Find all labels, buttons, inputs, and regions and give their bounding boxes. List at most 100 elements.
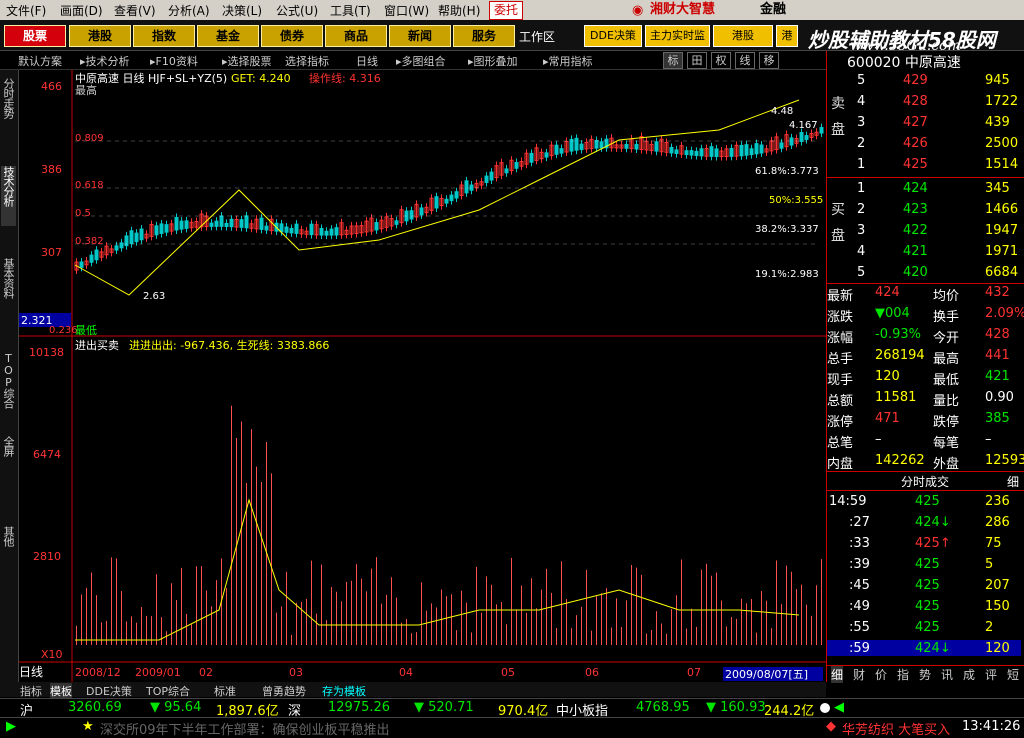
candle-body xyxy=(164,224,169,233)
menu-view[interactable]: 画面(D) xyxy=(60,2,103,19)
news-ticker[interactable]: 深交所09年下半年工作部署：确保创业板平稳推出 xyxy=(100,719,390,738)
stat-value: 428 xyxy=(985,327,1010,342)
right-button[interactable]: 权 xyxy=(711,52,731,69)
menu-file[interactable]: 文件(F) xyxy=(6,2,46,19)
candle-body xyxy=(229,218,234,228)
candle-body xyxy=(464,180,469,194)
candle-body xyxy=(504,168,509,174)
stat-label: 外盘 xyxy=(933,457,960,472)
x-label-0901: 2009/01 xyxy=(135,666,181,679)
bid-level: 2 xyxy=(857,202,866,217)
right-tab-4[interactable]: 势 xyxy=(919,666,931,683)
multi-chart-menu[interactable]: ▸多图组合 xyxy=(396,53,446,69)
tick-price: 425 xyxy=(915,599,940,614)
tick-price: 425 xyxy=(915,578,940,593)
tab-intraday[interactable]: 分时走势 xyxy=(1,78,16,138)
tick-volume: 2 xyxy=(985,620,994,635)
common-indicator-menu[interactable]: ▸常用指标 xyxy=(543,53,593,69)
menu-tools[interactable]: 工具(T) xyxy=(330,2,371,19)
tab-technical[interactable]: 技术分析 xyxy=(1,166,16,226)
tab-save-template[interactable]: 存为模板 xyxy=(322,683,366,699)
vol-label-unit: X10 xyxy=(41,648,63,661)
tab-dde[interactable]: DDE决策 xyxy=(86,683,132,699)
candle-body xyxy=(334,227,339,236)
candle-body xyxy=(779,142,784,149)
tab-indicator[interactable]: 指标 xyxy=(20,683,42,699)
ask-price: 429 xyxy=(903,73,928,88)
stat-value: 424 xyxy=(875,285,900,300)
index-button[interactable]: 指数 xyxy=(133,25,195,47)
hk-button[interactable]: 港股 xyxy=(713,25,773,47)
tab-fundamental[interactable]: 基本资料 xyxy=(1,258,16,318)
move-button[interactable]: 移 xyxy=(759,52,779,69)
workarea-label[interactable]: 工作区 xyxy=(519,28,555,45)
candle-body xyxy=(754,143,759,155)
stat-label: 涨幅 xyxy=(827,331,854,346)
commodity-button[interactable]: 商品 xyxy=(325,25,387,47)
trade-button[interactable]: 委托 xyxy=(489,1,523,20)
menu-decision[interactable]: 决策(L) xyxy=(222,2,262,19)
speaker-icon[interactable]: ◀ xyxy=(834,700,844,715)
zx-change: ▼ 160.93 xyxy=(706,700,766,715)
tick-price: 425↑ xyxy=(915,536,951,551)
main-force-button[interactable]: 主力实时监 xyxy=(645,25,710,47)
tab-top[interactable]: TOP综合 xyxy=(1,352,16,418)
menu-window[interactable]: 窗口(W) xyxy=(384,2,429,19)
tab-zengyong[interactable]: 曾勇趋势 xyxy=(262,683,306,699)
ask-price: 426 xyxy=(903,136,928,151)
default-scheme[interactable]: 默认方案 xyxy=(18,53,62,69)
right-tab-1[interactable]: 财 xyxy=(853,666,865,683)
candle-body xyxy=(714,148,719,158)
select-stock-menu[interactable]: ▸选择股票 xyxy=(222,53,272,69)
stat-value: 421 xyxy=(985,369,1010,384)
tick-price: 425 xyxy=(915,620,940,635)
tech-analysis-menu[interactable]: ▸技术分析 xyxy=(80,53,130,69)
dayline-menu[interactable]: 日线 xyxy=(356,53,378,69)
mark-button[interactable]: 标 xyxy=(663,52,683,69)
common-indicator-label: 常用指标 xyxy=(548,55,593,68)
menu-formula[interactable]: 公式(U) xyxy=(276,2,318,19)
ask-price: 425 xyxy=(903,157,928,172)
line-button[interactable]: 线 xyxy=(735,52,755,69)
tab-standard[interactable]: 标准 xyxy=(214,683,236,699)
news-button[interactable]: 新闻 xyxy=(389,25,451,47)
candle-body xyxy=(134,232,139,243)
tick-volume: 120 xyxy=(985,641,1010,656)
ticks-mode[interactable]: 细 xyxy=(1007,473,1019,490)
overlay-menu[interactable]: ▸图形叠加 xyxy=(468,53,518,69)
tab-fullscreen[interactable]: 全屏 xyxy=(1,436,16,472)
more-button[interactable]: 港 xyxy=(776,25,798,47)
service-button[interactable]: 服务 xyxy=(453,25,515,47)
hk-stock-button[interactable]: 港股 xyxy=(69,25,131,47)
low-price-label: 2.63 xyxy=(143,291,165,302)
right-tab-6[interactable]: 成 xyxy=(963,666,975,683)
select-indicator-menu[interactable]: 选择指标 xyxy=(285,53,329,69)
right-tab-7[interactable]: 评 xyxy=(985,666,997,683)
ask-volume: 945 xyxy=(985,73,1010,88)
right-tab-2[interactable]: 价 xyxy=(875,666,887,683)
max-label: 最高 xyxy=(75,83,97,97)
record-icon[interactable] xyxy=(820,703,830,713)
fund-button[interactable]: 基金 xyxy=(197,25,259,47)
brand-name: 湘财大智慧 xyxy=(650,2,716,17)
price-chart-area[interactable]: 中原高速 日线 HJF+SL+YZ(5) GET: 4.240 操作线: 4.3… xyxy=(19,70,826,682)
f10-menu[interactable]: ▸F10资料 xyxy=(150,53,198,69)
right-tab-0[interactable]: 细 xyxy=(831,666,844,683)
dde-button[interactable]: DDE决策 xyxy=(584,25,642,47)
menu-look[interactable]: 查看(V) xyxy=(114,2,156,19)
right-tab-8[interactable]: 短 xyxy=(1007,666,1019,683)
dayline-label[interactable]: 日线 xyxy=(19,665,43,679)
grid-button[interactable]: 田 xyxy=(687,52,707,69)
tab-template[interactable]: 模板 xyxy=(50,683,72,699)
right-tab-5[interactable]: 讯 xyxy=(941,666,953,683)
tab-other[interactable]: 其他 xyxy=(1,526,16,562)
menu-analysis[interactable]: 分析(A) xyxy=(168,2,210,19)
stat-label: 跌停 xyxy=(933,415,960,430)
tab-top[interactable]: TOP综合 xyxy=(146,683,190,699)
bond-button[interactable]: 债券 xyxy=(261,25,323,47)
right-tab-3[interactable]: 指 xyxy=(897,666,909,683)
stock-button[interactable]: 股票 xyxy=(4,25,66,47)
buy-label: 买 盘 xyxy=(831,202,845,244)
alert-text[interactable]: 华芳纺织 大笔买入 xyxy=(842,719,950,738)
menu-help[interactable]: 帮助(H) xyxy=(438,2,480,19)
